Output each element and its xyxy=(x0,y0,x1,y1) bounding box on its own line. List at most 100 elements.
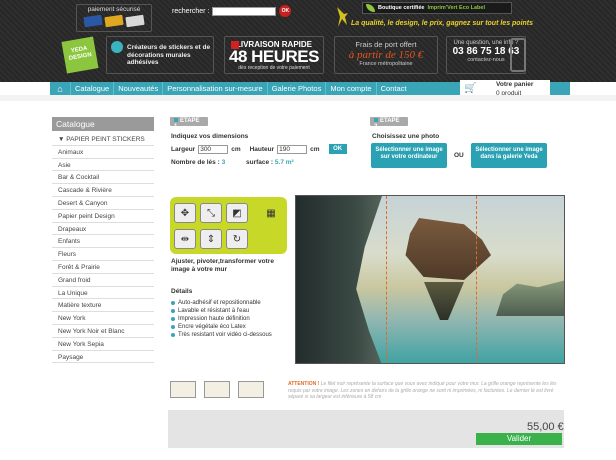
visa-card-icon xyxy=(83,14,103,28)
sidebar-item[interactable]: ▼ PAPIER PEINT STICKERS xyxy=(52,133,154,146)
strips-label: Nombre de lés : xyxy=(171,159,220,166)
sidebar-item[interactable]: La Unique xyxy=(52,287,154,300)
flip-vertical-icon[interactable]: ⇕ xyxy=(200,229,222,249)
sidebar-item[interactable]: Animaux xyxy=(52,146,154,159)
strips-value: 3 xyxy=(221,159,226,166)
width-unit: cm xyxy=(231,145,241,153)
detail-item: Encre végétale éco Latex xyxy=(171,323,272,331)
shipping-line2: à partir de 150 € xyxy=(348,49,424,61)
details-list: Auto-adhésif et repositionnable Lavable … xyxy=(171,299,272,339)
delivery-line2: 48 HEURES xyxy=(229,47,319,66)
height-unit: cm xyxy=(310,145,320,153)
sidebar-item[interactable]: Papier peint Design xyxy=(52,210,154,223)
delivery-block: LIVRAISON RAPIDE 48 HEURES dès reception… xyxy=(224,36,324,74)
hummingbird-icon xyxy=(337,7,348,27)
sidebar-item[interactable]: Enfants xyxy=(52,235,154,249)
cb-card-icon xyxy=(125,14,145,28)
search-bar: rechercher : OK xyxy=(172,5,292,17)
notice: ATTENTION ! Le filet noir représente la … xyxy=(288,381,564,401)
sidebar-item[interactable]: Drapeaux xyxy=(52,223,154,236)
cart-title: Votre panier xyxy=(496,81,534,88)
step2-title: Choisissez une photo xyxy=(372,133,440,140)
checkered-flag-icon[interactable]: ▦ xyxy=(260,203,282,223)
detail-item: Très resistant voir vidéo ci-dessous xyxy=(171,331,272,339)
detail-item: Lavable et résistant à l'eau xyxy=(171,307,272,315)
sidebar-item[interactable]: New York Noir et Blanc xyxy=(52,325,154,338)
sidebar-title: Catalogue xyxy=(52,117,154,131)
select-from-computer-button[interactable]: Sélectionner une image sur votre ordinat… xyxy=(371,143,447,168)
wallpaper-preview[interactable] xyxy=(295,195,565,364)
sidebar-item[interactable]: Forêt & Prairie xyxy=(52,261,154,274)
height-input[interactable]: 190 xyxy=(277,144,308,154)
rotate-icon[interactable]: ↻ xyxy=(226,229,248,249)
step1-title: Indiquez vos dimensions xyxy=(171,133,249,140)
sidebar-item[interactable]: Paysage xyxy=(52,351,154,364)
surface: surface : 5.7 m² xyxy=(246,159,294,166)
thumbnail-room[interactable] xyxy=(204,381,230,398)
thumbnail-product[interactable] xyxy=(238,381,264,398)
details-title: Détails xyxy=(171,288,193,295)
phone-icon xyxy=(510,38,526,72)
home-icon[interactable]: ⌂ xyxy=(50,82,70,95)
detail-item: Auto-adhésif et repositionnable xyxy=(171,299,272,307)
nav-mon-compte[interactable]: Mon compte xyxy=(325,82,375,95)
validate-button[interactable]: Valider xyxy=(476,433,562,445)
nav-galerie[interactable]: Galerie Photos xyxy=(266,82,326,95)
dimensions-ok-button[interactable]: OK xyxy=(328,144,347,154)
yeda-logo[interactable]: YEDA DESIGN xyxy=(61,36,99,74)
strips-count: Nombre de lés : 3 xyxy=(171,159,225,166)
flip-horizontal-icon[interactable]: ⇹ xyxy=(174,229,196,249)
dimensions-row: Largeur 300 cm Hauteur 190 cm OK xyxy=(171,144,347,154)
sidebar-item[interactable]: Cascade & Rivière xyxy=(52,184,154,197)
certification-label: Boutique certifiée xyxy=(378,5,425,11)
nav-catalogue[interactable]: Catalogue xyxy=(70,82,113,95)
cart-icon: 🛒 xyxy=(464,83,477,94)
certification-label-green: Imprim'Vert Eco Label xyxy=(427,5,486,11)
creators-text: Créateurs de stickers et de décorations … xyxy=(127,44,211,66)
leaf-icon xyxy=(366,4,375,12)
select-from-gallery-button[interactable]: Sélectionner une image dans la galerie Y… xyxy=(471,143,547,168)
sidebar-item[interactable]: Matière texture xyxy=(52,299,154,313)
shipping-line3: France métropolitaine xyxy=(359,61,413,67)
thumbnail-material[interactable] xyxy=(170,381,196,398)
strip-guide-line xyxy=(476,196,477,363)
mastercard-icon xyxy=(104,14,124,28)
search-button[interactable]: OK xyxy=(279,5,292,17)
sidebar-item[interactable]: Grand froid xyxy=(52,274,154,287)
plus-icon xyxy=(231,41,239,49)
logo-text: YEDA DESIGN xyxy=(68,45,93,62)
detail-item: Impression haute définition xyxy=(171,315,272,323)
sidebar-item[interactable]: Desert & Canyon xyxy=(52,197,154,210)
search-input[interactable] xyxy=(212,6,277,16)
drop-icon xyxy=(111,41,123,53)
notice-label: ATTENTION ! xyxy=(288,381,320,387)
resize-icon[interactable]: ⤡ xyxy=(200,203,222,223)
step2-badge: ETAPE 2 xyxy=(370,117,408,130)
nav-personnalisation[interactable]: Personnalisation sur-mesure xyxy=(162,82,266,95)
sidebar-item[interactable]: New York Sepia xyxy=(52,338,154,351)
creators-block: Créateurs de stickers et de décorations … xyxy=(106,36,214,74)
sidebar-item[interactable]: Bar & Cocktail xyxy=(52,171,154,185)
or-label: OU xyxy=(454,152,464,159)
shipping-line1: Frais de port offert xyxy=(355,40,417,49)
secure-payment-label: paiement sécurisé xyxy=(87,6,141,13)
nav-contact[interactable]: Contact xyxy=(375,82,411,95)
width-label: Largeur xyxy=(171,145,196,153)
step1-badge: ETAPE 1 xyxy=(170,117,208,130)
tagline: La qualité, le design, le prix, gagnez s… xyxy=(351,20,534,27)
strip-guide-line xyxy=(386,196,387,363)
secure-payment-box: paiement sécurisé xyxy=(76,4,152,32)
surface-label: surface : xyxy=(246,159,274,166)
move-icon[interactable]: ✥ xyxy=(174,203,196,223)
nav-nouveautes[interactable]: Nouveautés xyxy=(113,82,162,95)
thumbnails xyxy=(170,381,264,398)
sidebar-item[interactable]: New York xyxy=(52,312,154,325)
sidebar-item[interactable]: Fleurs xyxy=(52,248,154,261)
delivery-line3: dès reception de votre paiement xyxy=(238,65,310,71)
width-input[interactable]: 300 xyxy=(198,144,229,154)
height-label: Hauteur xyxy=(249,145,275,153)
sidebar: ▼ PAPIER PEINT STICKERS Animaux Asie Bar… xyxy=(52,133,154,364)
sidebar-item[interactable]: Asie xyxy=(52,159,154,172)
crop-icon[interactable]: ◩ xyxy=(226,203,248,223)
certification-badge: Boutique certifiée Imprim'Vert Eco Label xyxy=(362,2,512,14)
